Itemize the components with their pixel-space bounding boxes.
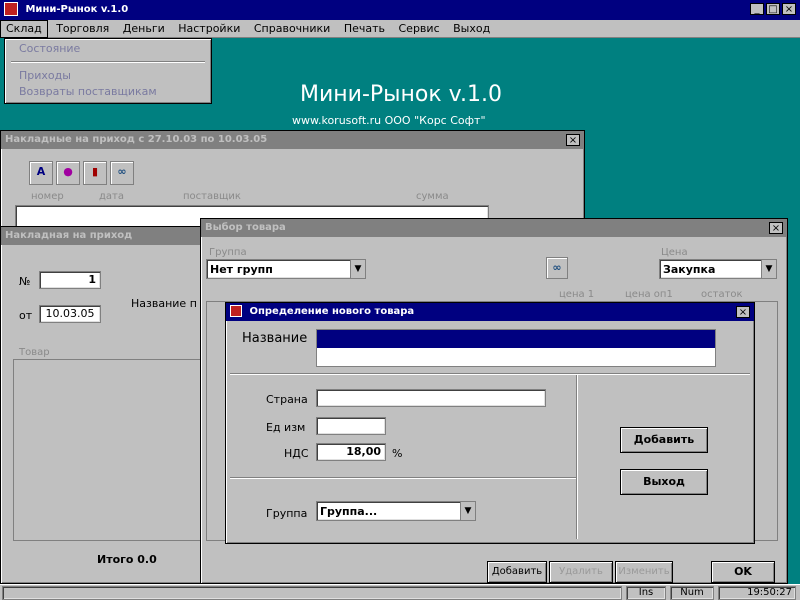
close-icon[interactable]: ×	[736, 306, 750, 318]
num-label: №	[19, 275, 31, 288]
app-title: Мини-Рынок v.1.0	[25, 4, 129, 15]
name-field-label: Название	[242, 331, 308, 346]
group-field-label: Группа	[266, 507, 308, 520]
group-label: Группа	[209, 247, 247, 258]
col-price1: цена 1	[559, 289, 595, 300]
dialog-title: Определение нового товара	[249, 306, 415, 317]
dialog-titlebar: Определение нового товара	[226, 303, 754, 321]
unit-label: Ед изм	[266, 421, 306, 434]
new-product-dialog: Определение нового товара × Название Стр…	[225, 302, 755, 544]
dialog-separator	[230, 373, 750, 375]
pie-icon[interactable]: ●	[56, 161, 80, 185]
menu-item-torgovlya[interactable]: Торговля	[51, 21, 114, 37]
app-titlebar: Мини-Рынок v.1.0	[0, 0, 800, 20]
group-field-value: Группа...	[320, 505, 378, 518]
country-field[interactable]	[316, 389, 546, 407]
invoice-window-title: Накладная на приход	[1, 227, 209, 245]
app-icon	[4, 2, 18, 16]
sklad-dropdown: Состояние Приходы Возвраты поставщикам	[4, 38, 212, 104]
price-select[interactable]: Закупка ▼	[659, 259, 777, 279]
minimize-icon[interactable]: _	[750, 3, 764, 15]
col-sum: сумма	[416, 191, 449, 202]
menu-bar: Склад Торговля Деньги Настройки Справочн…	[0, 20, 800, 38]
name-field[interactable]	[316, 329, 716, 367]
add-button[interactable]: Добавить	[620, 427, 708, 453]
window-controls: _ □ ×	[750, 3, 798, 17]
exit-button[interactable]: Выход	[620, 469, 708, 495]
unit-field[interactable]	[316, 417, 386, 435]
from-label: от	[19, 309, 33, 322]
items-label: Товар	[19, 347, 50, 358]
menu-item-sklad[interactable]: Склад	[0, 20, 48, 38]
menu-item-servis[interactable]: Сервис	[394, 21, 445, 37]
app-icon	[230, 305, 242, 317]
group-select[interactable]: Нет групп ▼	[206, 259, 366, 279]
name-field-selected-line	[317, 330, 715, 348]
edit-product-button[interactable]: Изменить	[615, 561, 673, 583]
items-list[interactable]	[13, 359, 211, 541]
menu-item-sostoyanie[interactable]: Состояние	[19, 42, 80, 55]
menu-item-pechat[interactable]: Печать	[339, 21, 390, 37]
flag-icon[interactable]: ▮	[83, 161, 107, 185]
close-icon[interactable]: ×	[782, 3, 796, 15]
num-field[interactable]: 1	[39, 271, 101, 289]
chevron-down-icon[interactable]: ▼	[460, 502, 475, 520]
add-product-button[interactable]: Добавить	[487, 561, 547, 583]
invoice-window: Накладная на приход № 1 от 10.03.05 Назв…	[0, 226, 211, 584]
ok-button[interactable]: OK	[711, 561, 775, 583]
app-site: www.korusoft.ru ООО "Корс Софт"	[292, 114, 486, 127]
maximize-icon[interactable]: □	[766, 3, 780, 15]
binoculars-icon[interactable]: ∞	[546, 257, 568, 279]
chevron-down-icon[interactable]: ▼	[761, 260, 776, 278]
chevron-down-icon[interactable]: ▼	[350, 260, 365, 278]
status-ins: Ins	[626, 586, 666, 600]
menu-item-prihody[interactable]: Приходы	[19, 69, 71, 82]
price-label: Цена	[661, 247, 688, 258]
app-heading: Мини-Рынок v.1.0	[300, 82, 502, 107]
col-number: номер	[31, 191, 64, 202]
delete-product-button[interactable]: Удалить	[549, 561, 613, 583]
col-date: дата	[99, 191, 124, 202]
status-num: Num	[670, 586, 714, 600]
col-stock: остаток	[701, 289, 743, 300]
binoculars-icon[interactable]: ∞	[110, 161, 134, 185]
name-label: Название п	[131, 297, 197, 310]
close-icon[interactable]: ×	[566, 134, 580, 146]
select-window-title: Выбор товара	[201, 219, 787, 237]
font-icon[interactable]: A	[29, 161, 53, 185]
status-panel-main	[2, 586, 622, 600]
date-field[interactable]: 10.03.05	[39, 305, 101, 323]
col-supplier: поставщик	[183, 191, 241, 202]
status-bar: Ins Num 19:50:27	[0, 584, 800, 600]
col-price-op1: цена оп1	[625, 289, 673, 300]
invoices-toolbar: A ● ▮ ∞	[29, 161, 137, 185]
vat-field[interactable]: 18,00	[316, 443, 386, 461]
menu-item-spravochniki[interactable]: Справочники	[249, 21, 335, 37]
group-select-value: Нет групп	[210, 263, 273, 276]
dialog-separator-2	[230, 477, 576, 479]
vat-label: НДС	[284, 447, 309, 460]
total-label: Итого 0.0	[97, 553, 157, 566]
menu-item-dengi[interactable]: Деньги	[118, 21, 170, 37]
invoices-window-title: Накладные на приход с 27.10.03 по 10.03.…	[1, 131, 584, 149]
country-label: Страна	[266, 393, 308, 406]
price-select-value: Закупка	[663, 263, 716, 276]
name-field-line	[317, 348, 715, 366]
group-field[interactable]: Группа... ▼	[316, 501, 476, 521]
status-time: 19:50:27	[718, 586, 796, 600]
vat-unit: %	[392, 447, 403, 460]
menu-item-vyhod[interactable]: Выход	[448, 21, 495, 37]
menu-separator	[11, 61, 205, 63]
menu-item-vozvraty[interactable]: Возвраты поставщикам	[19, 85, 157, 98]
close-icon[interactable]: ×	[769, 222, 783, 234]
menu-item-nastroyki[interactable]: Настройки	[173, 21, 245, 37]
invoices-window: Накладные на приход с 27.10.03 по 10.03.…	[0, 130, 585, 230]
dialog-vsep	[576, 375, 578, 539]
